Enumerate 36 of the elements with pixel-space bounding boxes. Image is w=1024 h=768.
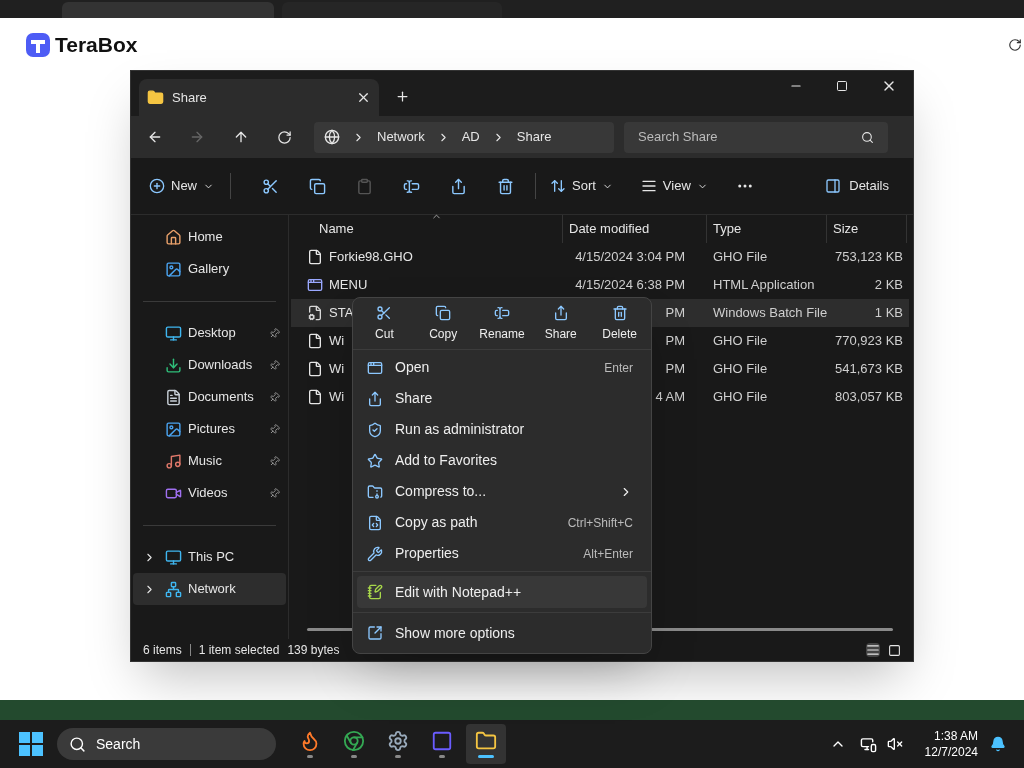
status-text: 6 items xyxy=(143,642,182,659)
shortcut-text: Ctrl+Shift+C xyxy=(567,514,633,532)
file-size: 803,057 KB xyxy=(835,389,903,405)
file-name: MENU xyxy=(329,276,368,295)
file-type: GHO File xyxy=(713,389,768,405)
status-text: 139 bytes xyxy=(287,642,340,659)
brand-name: TeraBox xyxy=(55,32,138,59)
file-type: GHO File xyxy=(713,249,768,265)
file-size: 770,923 KB xyxy=(835,333,903,349)
tab-label: Share xyxy=(172,88,208,107)
file-name: Wi xyxy=(329,388,345,407)
search-input: Search Share xyxy=(638,127,838,147)
file-name: Wi xyxy=(329,332,345,351)
file-type: GHO File xyxy=(713,333,768,349)
file-size: 1 KB xyxy=(874,305,903,321)
file-name: STA xyxy=(329,304,354,323)
file-name: Forkie98.GHO xyxy=(329,248,413,267)
clock-time: 1:38 AM xyxy=(933,728,978,744)
clock-date: 12/7/2024 xyxy=(924,744,978,760)
status-text: 1 item selected xyxy=(198,642,280,659)
shortcut-text: Alt+Enter xyxy=(583,545,633,563)
file-name: Wi xyxy=(329,360,345,379)
shortcut-text: Enter xyxy=(604,359,633,377)
file-size: 2 KB xyxy=(874,277,903,293)
file-date: 4/15/2024 6:38 PM xyxy=(575,277,685,293)
file-date: PM xyxy=(665,361,685,377)
file-type: GHO File xyxy=(713,361,768,377)
file-date: 4/15/2024 3:04 PM xyxy=(575,249,685,265)
file-date: PM xyxy=(665,333,685,349)
file-date: PM xyxy=(665,305,685,321)
file-type: Windows Batch File xyxy=(713,305,828,321)
search-label: Search xyxy=(96,734,141,754)
file-size: 541,673 KB xyxy=(835,361,903,377)
file-size: 753,123 KB xyxy=(835,249,903,265)
file-type: HTML Application xyxy=(713,277,815,293)
file-date: 4 AM xyxy=(655,389,685,405)
